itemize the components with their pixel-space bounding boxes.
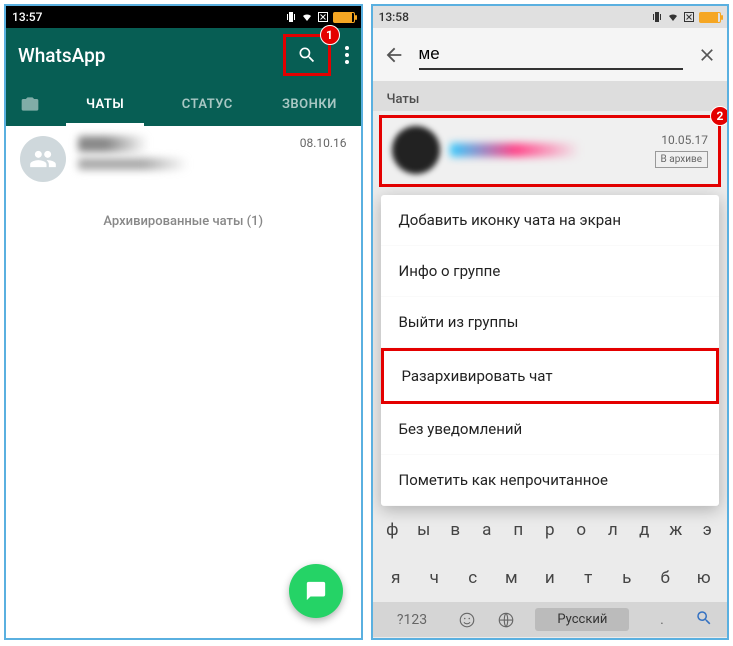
message-icon (305, 580, 327, 602)
x-icon (317, 11, 329, 23)
language-key[interactable]: Русский (535, 608, 629, 631)
vibrate-icon (651, 11, 663, 23)
key-ю[interactable]: ю (685, 560, 724, 596)
key-row-3: ячсмитьбю (373, 554, 728, 602)
tabs: ЧАТЫ СТАТУС ЗВОНКИ (6, 82, 361, 126)
camera-icon (20, 94, 40, 114)
menu-group-info[interactable]: Инфо о группе (381, 246, 720, 297)
chat-msg-blur (78, 158, 188, 170)
tab-calls[interactable]: ЗВОНКИ (258, 82, 360, 126)
chat-body (78, 136, 288, 170)
phone-right: 13:58 Чаты 2 10.05.17 В архиве Добавить … (371, 4, 730, 640)
more-button[interactable] (345, 46, 349, 64)
group-avatar (20, 136, 66, 182)
context-menu: Добавить иконку чата на экран Инфо о гру… (381, 195, 720, 506)
key-м[interactable]: м (492, 560, 531, 596)
result-name-blur (450, 143, 580, 157)
battery-icon (699, 12, 721, 23)
key-row-bottom: ?123 Русский . (373, 602, 728, 637)
status-icons (651, 11, 721, 23)
menu-mark-unread[interactable]: Пометить как непрочитанное (381, 455, 720, 506)
app-title: WhatsApp (18, 44, 105, 67)
key-б[interactable]: б (646, 560, 685, 596)
menu-add-icon[interactable]: Добавить иконку чата на экран (381, 195, 720, 246)
key-э[interactable]: э (692, 512, 724, 548)
camera-tab[interactable] (6, 94, 54, 114)
key-row-2: фывапролджэ (373, 506, 728, 554)
back-icon[interactable] (383, 44, 405, 66)
menu-leave-group[interactable]: Выйти из группы (381, 297, 720, 348)
fab-new-chat[interactable] (289, 564, 343, 618)
result-meta: 10.05.17 В архиве (655, 133, 708, 168)
key-п[interactable]: п (503, 512, 535, 548)
chat-date: 08.10.16 (300, 136, 347, 150)
menu-mute[interactable]: Без уведомлений (381, 404, 720, 455)
search-input[interactable] (419, 40, 684, 70)
chat-list: 08.10.16 Архивированные чаты (1) (6, 126, 361, 251)
clock: 13:58 (379, 10, 409, 24)
status-icons (285, 11, 355, 23)
status-bar: 13:58 (373, 6, 728, 28)
archived-label[interactable]: Архивированные чаты (1) (6, 192, 361, 251)
battery-icon (333, 12, 355, 23)
result-date: 10.05.17 (655, 133, 708, 147)
key-р[interactable]: р (534, 512, 566, 548)
wifi-icon (667, 11, 679, 23)
search-result[interactable]: 2 10.05.17 В архиве (379, 115, 722, 187)
vibrate-icon (285, 11, 297, 23)
wifi-icon (301, 11, 313, 23)
key-а[interactable]: а (471, 512, 503, 548)
period-key[interactable]: . (650, 612, 674, 628)
globe-icon[interactable] (497, 611, 515, 629)
key-о[interactable]: о (566, 512, 598, 548)
emoji-icon[interactable] (458, 611, 476, 629)
search-button[interactable]: 1 (283, 34, 331, 76)
callout-2: 2 (710, 106, 729, 126)
key-ь[interactable]: ь (608, 560, 647, 596)
tab-status[interactable]: СТАТУС (156, 82, 258, 126)
result-avatar (392, 126, 440, 174)
key-д[interactable]: д (629, 512, 661, 548)
key-я[interactable]: я (377, 560, 416, 596)
key-ж[interactable]: ж (660, 512, 692, 548)
archive-badge: В архиве (655, 151, 708, 168)
close-icon[interactable] (697, 45, 717, 65)
chat-item[interactable]: 08.10.16 (6, 126, 361, 192)
key-в[interactable]: в (440, 512, 472, 548)
phone-left: 13:57 WhatsApp 1 ЧАТЫ СТАТУС ЗВ (4, 4, 363, 640)
key-ф[interactable]: ф (377, 512, 409, 548)
symbols-key[interactable]: ?123 (387, 612, 437, 628)
key-ы[interactable]: ы (408, 512, 440, 548)
search-icon (297, 45, 317, 65)
key-и[interactable]: и (531, 560, 570, 596)
callout-1: 1 (320, 25, 340, 45)
key-т[interactable]: т (569, 560, 608, 596)
key-ч[interactable]: ч (415, 560, 454, 596)
status-bar: 13:57 (6, 6, 361, 28)
tab-chats[interactable]: ЧАТЫ (54, 82, 156, 126)
clock: 13:57 (12, 10, 42, 24)
key-л[interactable]: л (597, 512, 629, 548)
section-label: Чаты (373, 82, 728, 111)
chat-name-blur (78, 136, 148, 152)
menu-unarchive[interactable]: Разархивировать чат (381, 348, 720, 404)
x-icon (683, 11, 695, 23)
keyboard-search-key[interactable] (695, 609, 713, 631)
search-header (373, 28, 728, 82)
key-с[interactable]: с (454, 560, 493, 596)
whatsapp-header: WhatsApp 1 ЧАТЫ СТАТУС ЗВОНКИ (6, 28, 361, 126)
